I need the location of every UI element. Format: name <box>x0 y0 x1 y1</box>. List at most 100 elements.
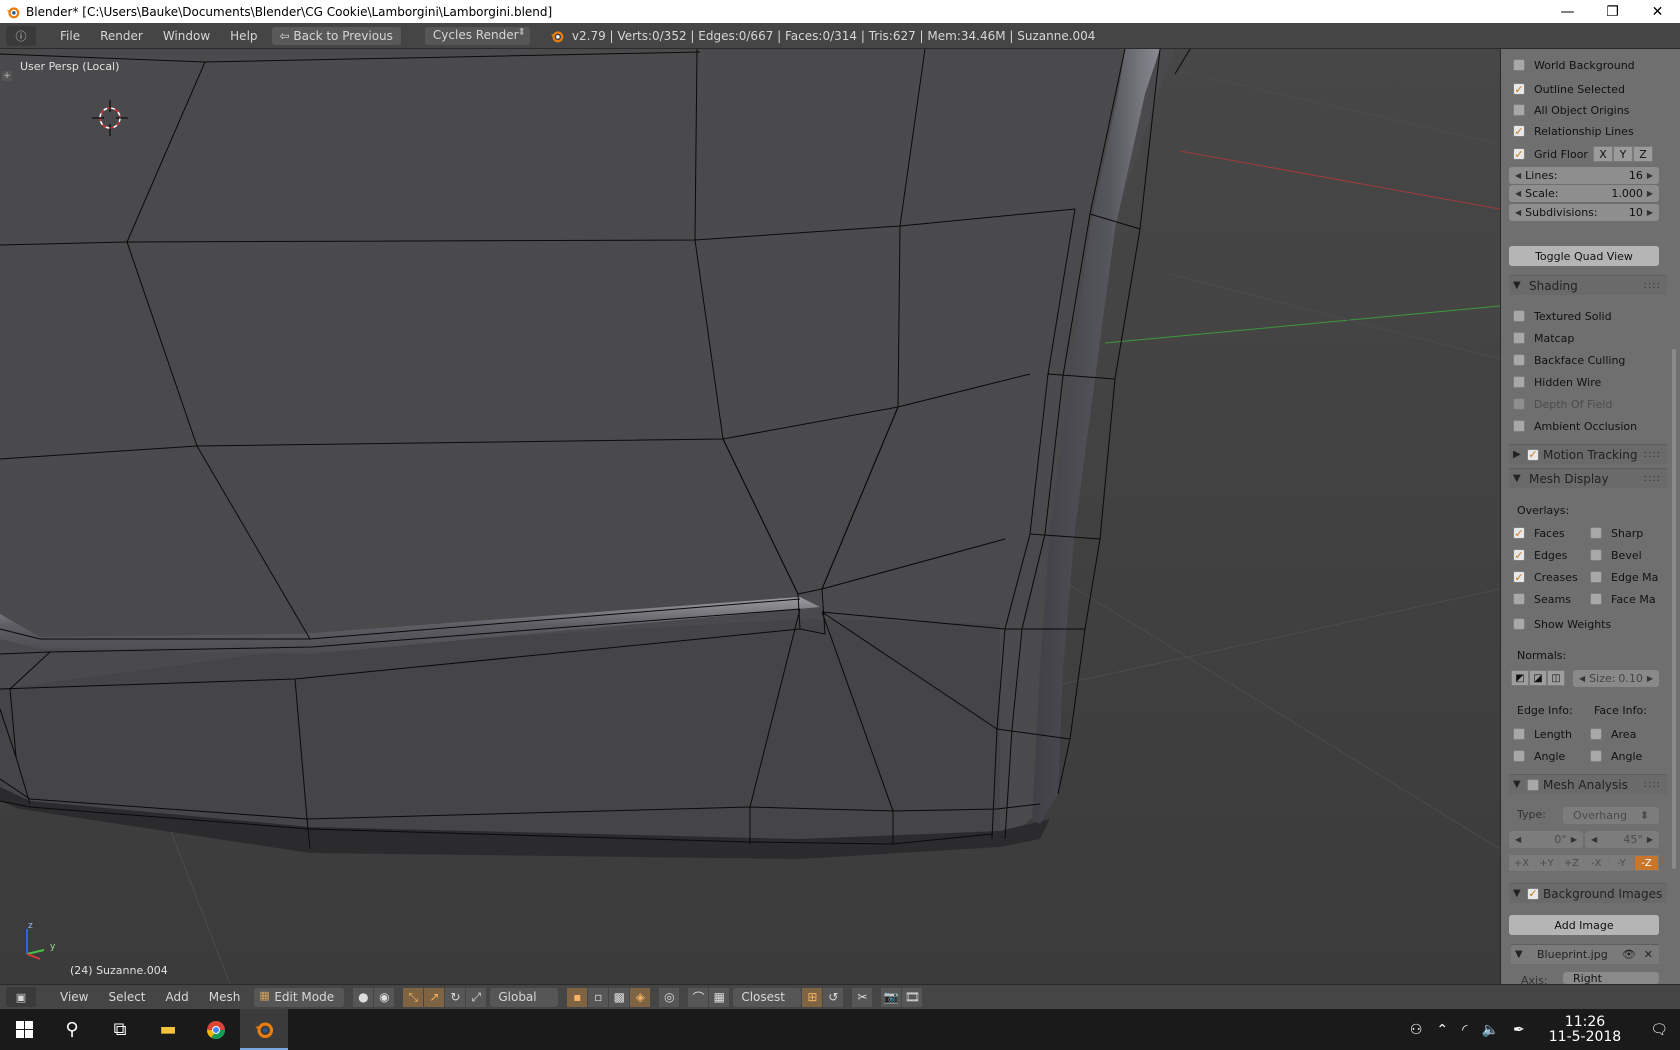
minimize-button[interactable]: — <box>1545 0 1590 23</box>
menu-window[interactable]: Window <box>153 29 220 43</box>
maximize-button[interactable]: ❐ <box>1590 0 1635 23</box>
grid-lines-field[interactable]: ◀ Lines: 16 ▶ <box>1509 167 1659 184</box>
split-normals-icon[interactable]: ◪ <box>1529 670 1547 686</box>
ambient-occlusion-checkbox[interactable] <box>1513 420 1525 432</box>
manipulator-toggle-icon[interactable]: ⤡ <box>403 987 424 1007</box>
close-button[interactable]: ✕ <box>1635 0 1680 23</box>
axis-plus-z-button[interactable]: +Z <box>1559 855 1584 871</box>
face-select-icon[interactable]: ▩ <box>609 987 630 1007</box>
show-weights-toggle[interactable]: Show Weights <box>1509 615 1611 633</box>
drag-handle-icon[interactable]: :::: <box>1644 280 1661 291</box>
menu-add[interactable]: Add <box>156 990 199 1004</box>
edge-angle-toggle[interactable]: Angle <box>1509 747 1565 765</box>
panel-scrollbar[interactable] <box>1672 349 1676 869</box>
menu-render[interactable]: Render <box>90 29 153 43</box>
start-button[interactable] <box>0 1009 48 1050</box>
all-object-origins-toggle[interactable]: All Object Origins <box>1509 101 1629 119</box>
snap-project-icon[interactable]: ↺ <box>823 987 844 1007</box>
outline-selected-toggle[interactable]: Outline Selected <box>1509 80 1625 98</box>
world-background-toggle[interactable]: World Background <box>1509 56 1635 74</box>
editor-type-info-icon[interactable]: ⓘ <box>6 25 36 46</box>
blender-taskbar-icon[interactable] <box>240 1009 288 1050</box>
transform-orientation-dropdown[interactable]: Global <box>490 987 559 1007</box>
background-images-section-header[interactable]: ▼ Background Images <box>1509 883 1667 903</box>
axis-minus-z-button[interactable]: -Z <box>1634 855 1659 871</box>
edge-select-icon[interactable]: ▫ <box>588 987 609 1007</box>
creases-overlay-toggle[interactable]: Creases <box>1509 568 1578 586</box>
visibility-eye-icon[interactable]: 👁 <box>1622 948 1636 961</box>
toggle-quad-view-button[interactable]: Toggle Quad View <box>1509 246 1659 266</box>
task-view-icon[interactable]: ⧉ <box>96 1009 144 1050</box>
depth-of-field-checkbox[interactable] <box>1513 398 1525 410</box>
face-marks-checkbox[interactable] <box>1590 593 1602 605</box>
seams-checkbox[interactable] <box>1513 593 1525 605</box>
axis-plus-x-button[interactable]: +X <box>1509 855 1534 871</box>
notifications-icon[interactable]: 🗨 <box>1638 1022 1680 1038</box>
bevel-checkbox[interactable] <box>1590 549 1602 561</box>
analysis-min-field[interactable]: ◀ 0° ▶ <box>1509 831 1583 848</box>
face-angle-toggle[interactable]: Angle <box>1586 747 1642 765</box>
edge-marks-overlay-toggle[interactable]: Edge Ma <box>1586 568 1658 586</box>
snap-align-icon[interactable]: ⊞ <box>802 987 823 1007</box>
backface-culling-checkbox[interactable] <box>1513 354 1525 366</box>
limit-selection-icon[interactable]: ◈ <box>630 987 651 1007</box>
face-angle-checkbox[interactable] <box>1590 750 1602 762</box>
axis-plus-y-button[interactable]: +Y <box>1534 855 1559 871</box>
edge-marks-checkbox[interactable] <box>1590 571 1602 583</box>
pen-icon[interactable]: ✒ <box>1506 1022 1532 1038</box>
motion-tracking-checkbox[interactable] <box>1527 448 1539 461</box>
viewport-expand-icon[interactable]: + <box>2 71 12 81</box>
background-images-checkbox[interactable] <box>1527 887 1539 900</box>
snap-target-dropdown[interactable]: Closest <box>733 987 802 1007</box>
hidden-wire-checkbox[interactable] <box>1513 376 1525 388</box>
edges-checkbox[interactable] <box>1513 549 1525 561</box>
grid-axis-y-button[interactable]: Y <box>1613 146 1633 162</box>
rotate-manipulator-icon[interactable]: ↻ <box>445 987 466 1007</box>
network-icon[interactable]: ◜ <box>1455 1022 1474 1038</box>
pivot-point-icon[interactable]: ◉ <box>374 987 395 1007</box>
backface-culling-toggle[interactable]: Backface Culling <box>1509 351 1625 369</box>
volume-icon[interactable]: 🔈 <box>1475 1022 1506 1038</box>
normals-size-field[interactable]: ◀ Size: 0.10 ▶ <box>1573 670 1659 687</box>
menu-mesh[interactable]: Mesh <box>199 990 251 1004</box>
axis-minus-y-button[interactable]: -Y <box>1609 855 1634 871</box>
remove-image-icon[interactable]: ✕ <box>1644 948 1653 961</box>
drag-handle-icon[interactable]: :::: <box>1644 779 1661 790</box>
vertex-select-icon[interactable]: ▪ <box>567 987 588 1007</box>
menu-file[interactable]: File <box>50 29 90 43</box>
relationship-lines-toggle[interactable]: Relationship Lines <box>1509 122 1634 140</box>
faces-overlay-toggle[interactable]: Faces <box>1509 524 1565 542</box>
sharp-overlay-toggle[interactable]: Sharp <box>1586 524 1643 542</box>
grid-subdivisions-field[interactable]: ◀ Subdivisions: 10 ▶ <box>1509 204 1659 221</box>
snap-element-icon[interactable]: ▦ <box>709 987 730 1007</box>
edge-angle-checkbox[interactable] <box>1513 750 1525 762</box>
snap-toggle-icon[interactable]: ⌒ <box>688 987 709 1007</box>
edges-overlay-toggle[interactable]: Edges <box>1509 546 1567 564</box>
translate-manipulator-icon[interactable]: ↗ <box>424 987 445 1007</box>
show-hidden-icons-icon[interactable]: ⌃ <box>1429 1022 1455 1038</box>
matcap-toggle[interactable]: Matcap <box>1509 329 1574 347</box>
face-marks-overlay-toggle[interactable]: Face Ma <box>1586 590 1656 608</box>
render-animation-icon[interactable]: 🎞 <box>902 987 923 1007</box>
textured-solid-toggle[interactable]: Textured Solid <box>1509 307 1612 325</box>
outline-selected-checkbox[interactable] <box>1513 83 1525 95</box>
motion-tracking-section-header[interactable]: ▶ Motion Tracking:::: <box>1509 444 1667 464</box>
editor-type-3d-view-icon[interactable]: ▣ <box>6 987 36 1007</box>
all-object-origins-checkbox[interactable] <box>1513 104 1525 116</box>
mesh-display-section-header[interactable]: ▼ Mesh Display:::: <box>1509 468 1667 488</box>
mesh-analysis-section-header[interactable]: ▼ Mesh Analysis:::: <box>1509 774 1667 794</box>
opengl-render-icon[interactable]: ✂ <box>852 987 873 1007</box>
grid-floor-checkbox[interactable] <box>1513 148 1525 160</box>
creases-checkbox[interactable] <box>1513 571 1525 583</box>
grid-scale-field[interactable]: ◀ Scale: 1.000 ▶ <box>1509 185 1659 202</box>
background-axis-dropdown[interactable]: Right <box>1563 972 1659 984</box>
face-area-checkbox[interactable] <box>1590 728 1602 740</box>
people-icon[interactable]: ⚇ <box>1403 1022 1430 1038</box>
render-image-icon[interactable]: 📷 <box>881 987 902 1007</box>
matcap-checkbox[interactable] <box>1513 332 1525 344</box>
drag-handle-icon[interactable]: :::: <box>1644 449 1661 460</box>
analysis-type-dropdown[interactable]: Overhang ⬍ <box>1563 807 1659 824</box>
grid-floor-toggle[interactable]: Grid Floor <box>1509 145 1588 163</box>
system-clock[interactable]: 11:26 11-5-2018 <box>1532 1014 1638 1045</box>
search-icon[interactable]: ⚲ <box>48 1009 96 1050</box>
